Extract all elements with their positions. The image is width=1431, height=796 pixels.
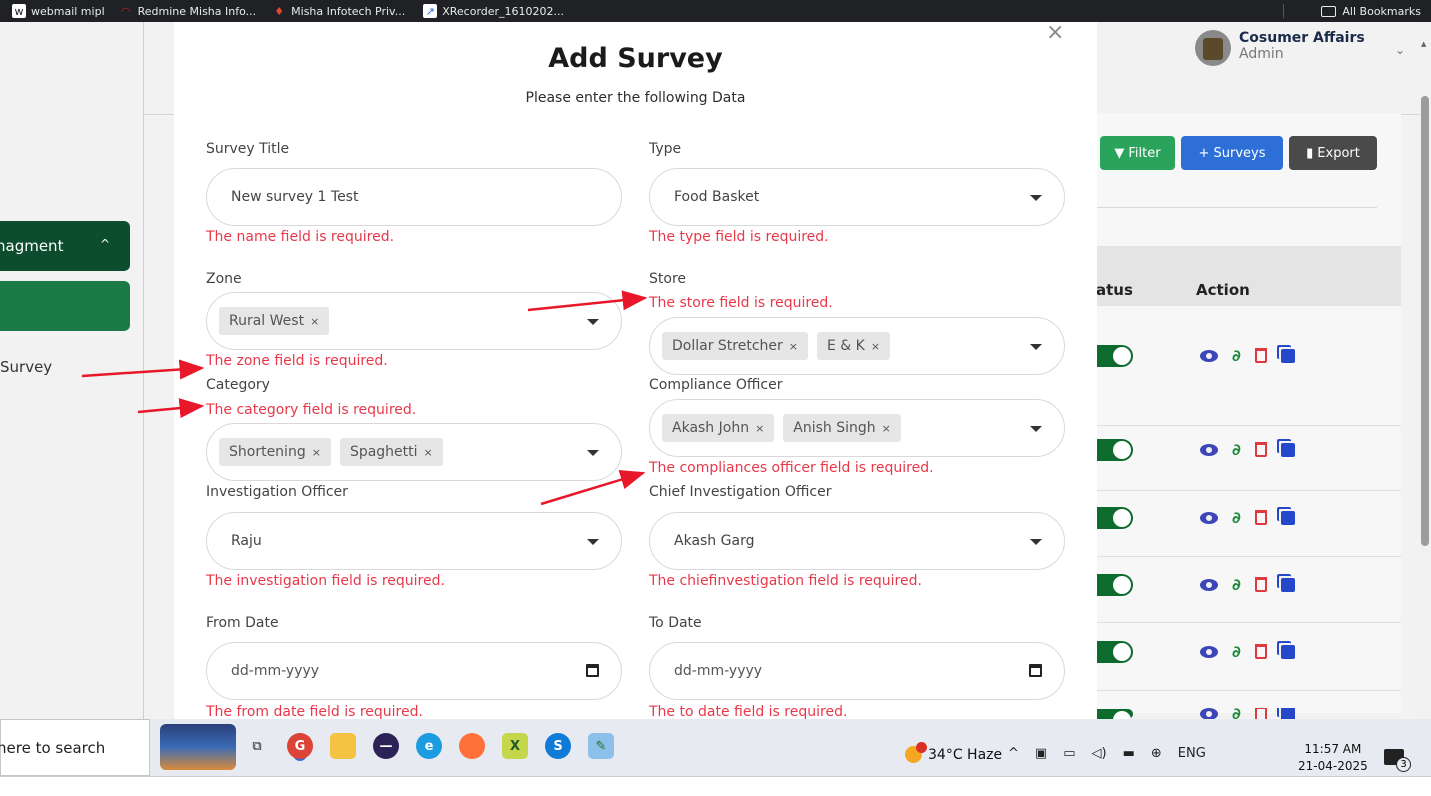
- task-view-icon[interactable]: ⧉: [244, 733, 270, 759]
- bottom-strip: [0, 776, 1431, 796]
- taskbar-apps: ⧉ G — e X S ✎: [244, 733, 614, 759]
- arrow-to-store-error: [527, 290, 648, 312]
- taskbar-clock[interactable]: 11:57 AM 21-04-2025: [1298, 741, 1368, 775]
- battery-icon[interactable]: ▬: [1123, 746, 1135, 761]
- alert-badge: [916, 742, 927, 753]
- taskbar-search[interactable]: here to search: [0, 719, 150, 776]
- arrow-to-category-error: [137, 398, 205, 419]
- annotation-arrows: [81, 290, 648, 506]
- search-highlight-image[interactable]: [160, 724, 236, 770]
- weather-widget[interactable]: 34°C Haze: [905, 742, 1003, 763]
- chrome-icon[interactable]: G: [287, 733, 313, 759]
- excel-icon[interactable]: X: [502, 733, 528, 759]
- weather-sun-icon: [905, 742, 927, 763]
- chevron-up-icon[interactable]: ^: [1008, 746, 1019, 761]
- weather-text: 34°C Haze: [928, 746, 1003, 763]
- clock-date: 21-04-2025: [1298, 759, 1368, 773]
- arrow-to-zone-error: [81, 359, 205, 380]
- notepad-icon[interactable]: ✎: [588, 733, 614, 759]
- taskbar-search-text: here to search: [0, 738, 106, 757]
- system-tray: ^ ▣ ▭ ◁) ▬ ⊕ ENG: [1008, 746, 1206, 761]
- notification-count: 3: [1396, 757, 1411, 772]
- edge-icon[interactable]: e: [416, 733, 442, 759]
- volume-icon[interactable]: ◁): [1092, 746, 1107, 761]
- network-icon[interactable]: ▭: [1063, 746, 1075, 761]
- file-explorer-icon[interactable]: [330, 733, 356, 759]
- arrow-to-compliance-error: [540, 469, 646, 506]
- firefox-icon[interactable]: [459, 733, 485, 759]
- eclipse-icon[interactable]: —: [373, 733, 399, 759]
- ime-icon[interactable]: ⊕: [1151, 746, 1162, 761]
- tray-app-icon[interactable]: ▣: [1035, 746, 1047, 761]
- language-indicator[interactable]: ENG: [1178, 746, 1206, 761]
- skype-icon[interactable]: S: [545, 733, 571, 759]
- clock-time: 11:57 AM: [1304, 742, 1362, 756]
- taskbar: here to search ⧉ G — e X S ✎ 34°C Haze ^…: [0, 719, 1431, 796]
